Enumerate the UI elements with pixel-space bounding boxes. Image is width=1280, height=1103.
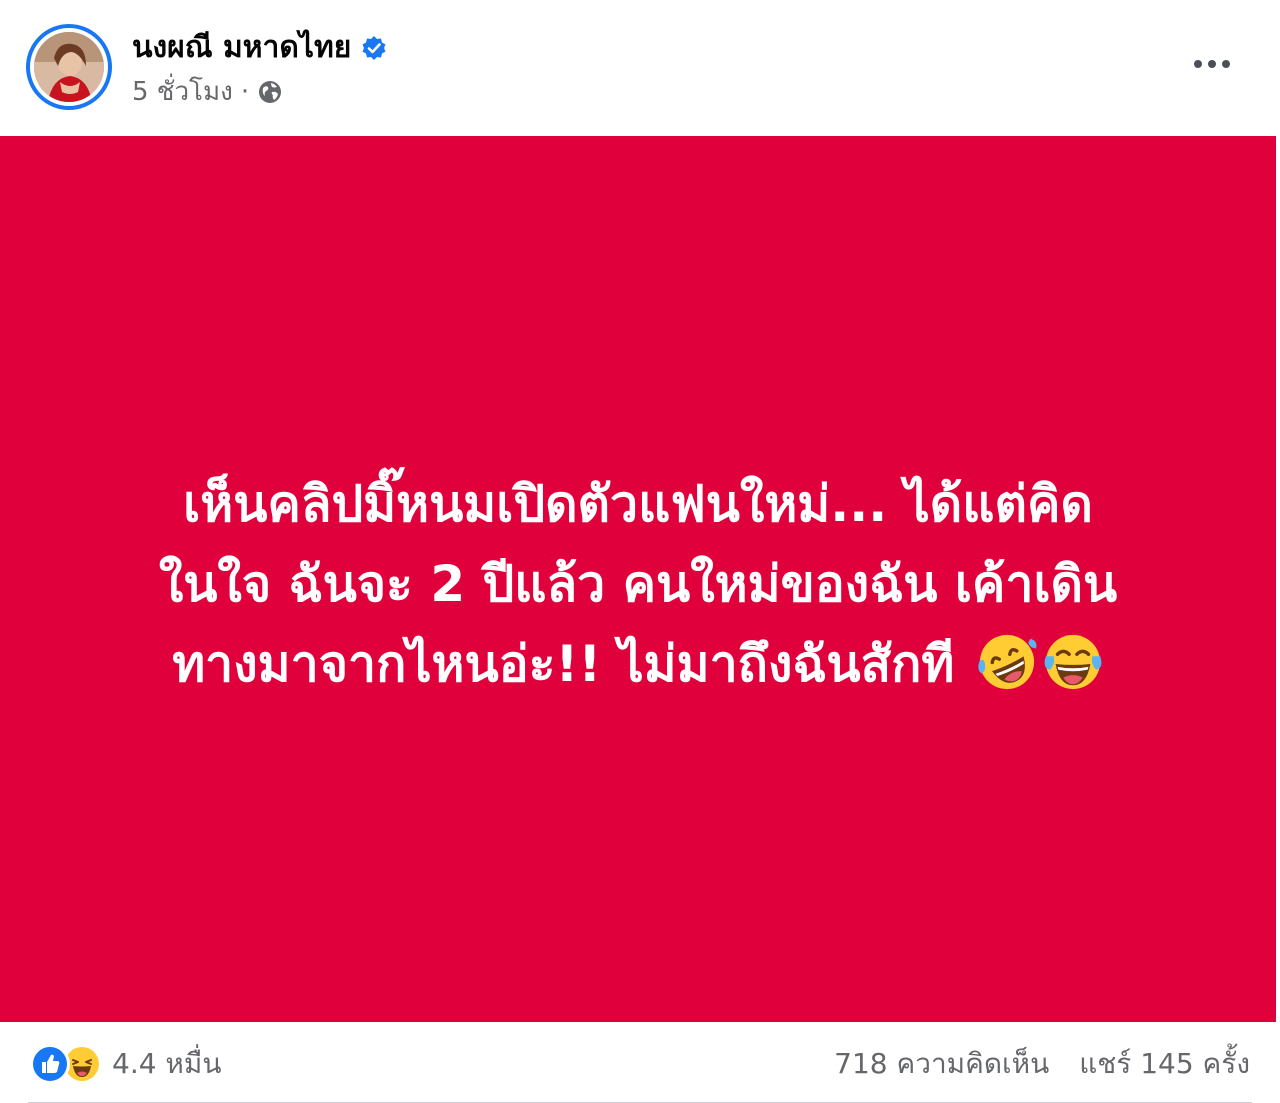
- like-icon: [30, 1044, 70, 1084]
- comments-count-link[interactable]: 718 ความคิดเห็น: [834, 1044, 1049, 1084]
- engagement-stats: 718 ความคิดเห็น แชร์ 145 ครั้ง: [834, 1044, 1250, 1084]
- rolling-on-floor-laughing-icon: [978, 634, 1037, 690]
- post-meta: 5 ชั่วโมง ·: [132, 74, 283, 110]
- story-ring[interactable]: [26, 24, 112, 110]
- more-dot: [1208, 60, 1216, 68]
- status-line-3: ทางมาจากไหนอ่ะ!! ไม่มาถึงฉันสักที: [73, 624, 1203, 704]
- globe-icon: [259, 81, 282, 103]
- status-line-1: เห็นคลิปมิ๊หนมเปิดตัวแฟนใหม่... ได้แต่คิ…: [183, 475, 1093, 533]
- verified-badge-icon: [362, 36, 386, 60]
- post-footer: 4.4 หมื่น 718 ความคิดเห็น แชร์ 145 ครั้ง: [0, 1022, 1280, 1103]
- avatar-photo: [34, 32, 104, 102]
- more-options-button[interactable]: [1188, 46, 1236, 82]
- status-text: เห็นคลิปมิ๊หนมเปิดตัวแฟนใหม่... ได้แต่คิ…: [73, 464, 1203, 704]
- reaction-count: 4.4 หมื่น: [112, 1047, 222, 1080]
- reactions-summary[interactable]: 4.4 หมื่น: [30, 1044, 221, 1084]
- shares-count-link[interactable]: แชร์ 145 ครั้ง: [1079, 1044, 1250, 1084]
- facebook-post: นงผณี มหาดไทย 5 ชั่วโมง · เห็นคลิปมิ๊หนม: [0, 0, 1280, 1103]
- status-background: เห็นคลิปมิ๊หนมเปิดตัวแฟนใหม่... ได้แต่คิ…: [0, 136, 1276, 1022]
- status-line-2: ในใจ ฉันจะ 2 ปีแล้ว คนใหม่ของฉัน เค้าเดิ…: [158, 555, 1118, 613]
- author-name-row: นงผณี มหาดไทย: [132, 28, 387, 68]
- author-name[interactable]: นงผณี มหาดไทย: [132, 28, 351, 68]
- more-dot: [1222, 60, 1230, 68]
- status-line-3-text: ทางมาจากไหนอ่ะ!! ไม่มาถึงฉันสักที: [172, 635, 955, 693]
- more-dot: [1194, 60, 1202, 68]
- avatar[interactable]: [34, 32, 104, 102]
- post-header: นงผณี มหาดไทย 5 ชั่วโมง ·: [0, 0, 1280, 136]
- meta-separator: ·: [240, 77, 250, 107]
- post-timestamp[interactable]: 5 ชั่วโมง: [132, 74, 233, 110]
- tears-of-joy-icon: [1044, 634, 1102, 690]
